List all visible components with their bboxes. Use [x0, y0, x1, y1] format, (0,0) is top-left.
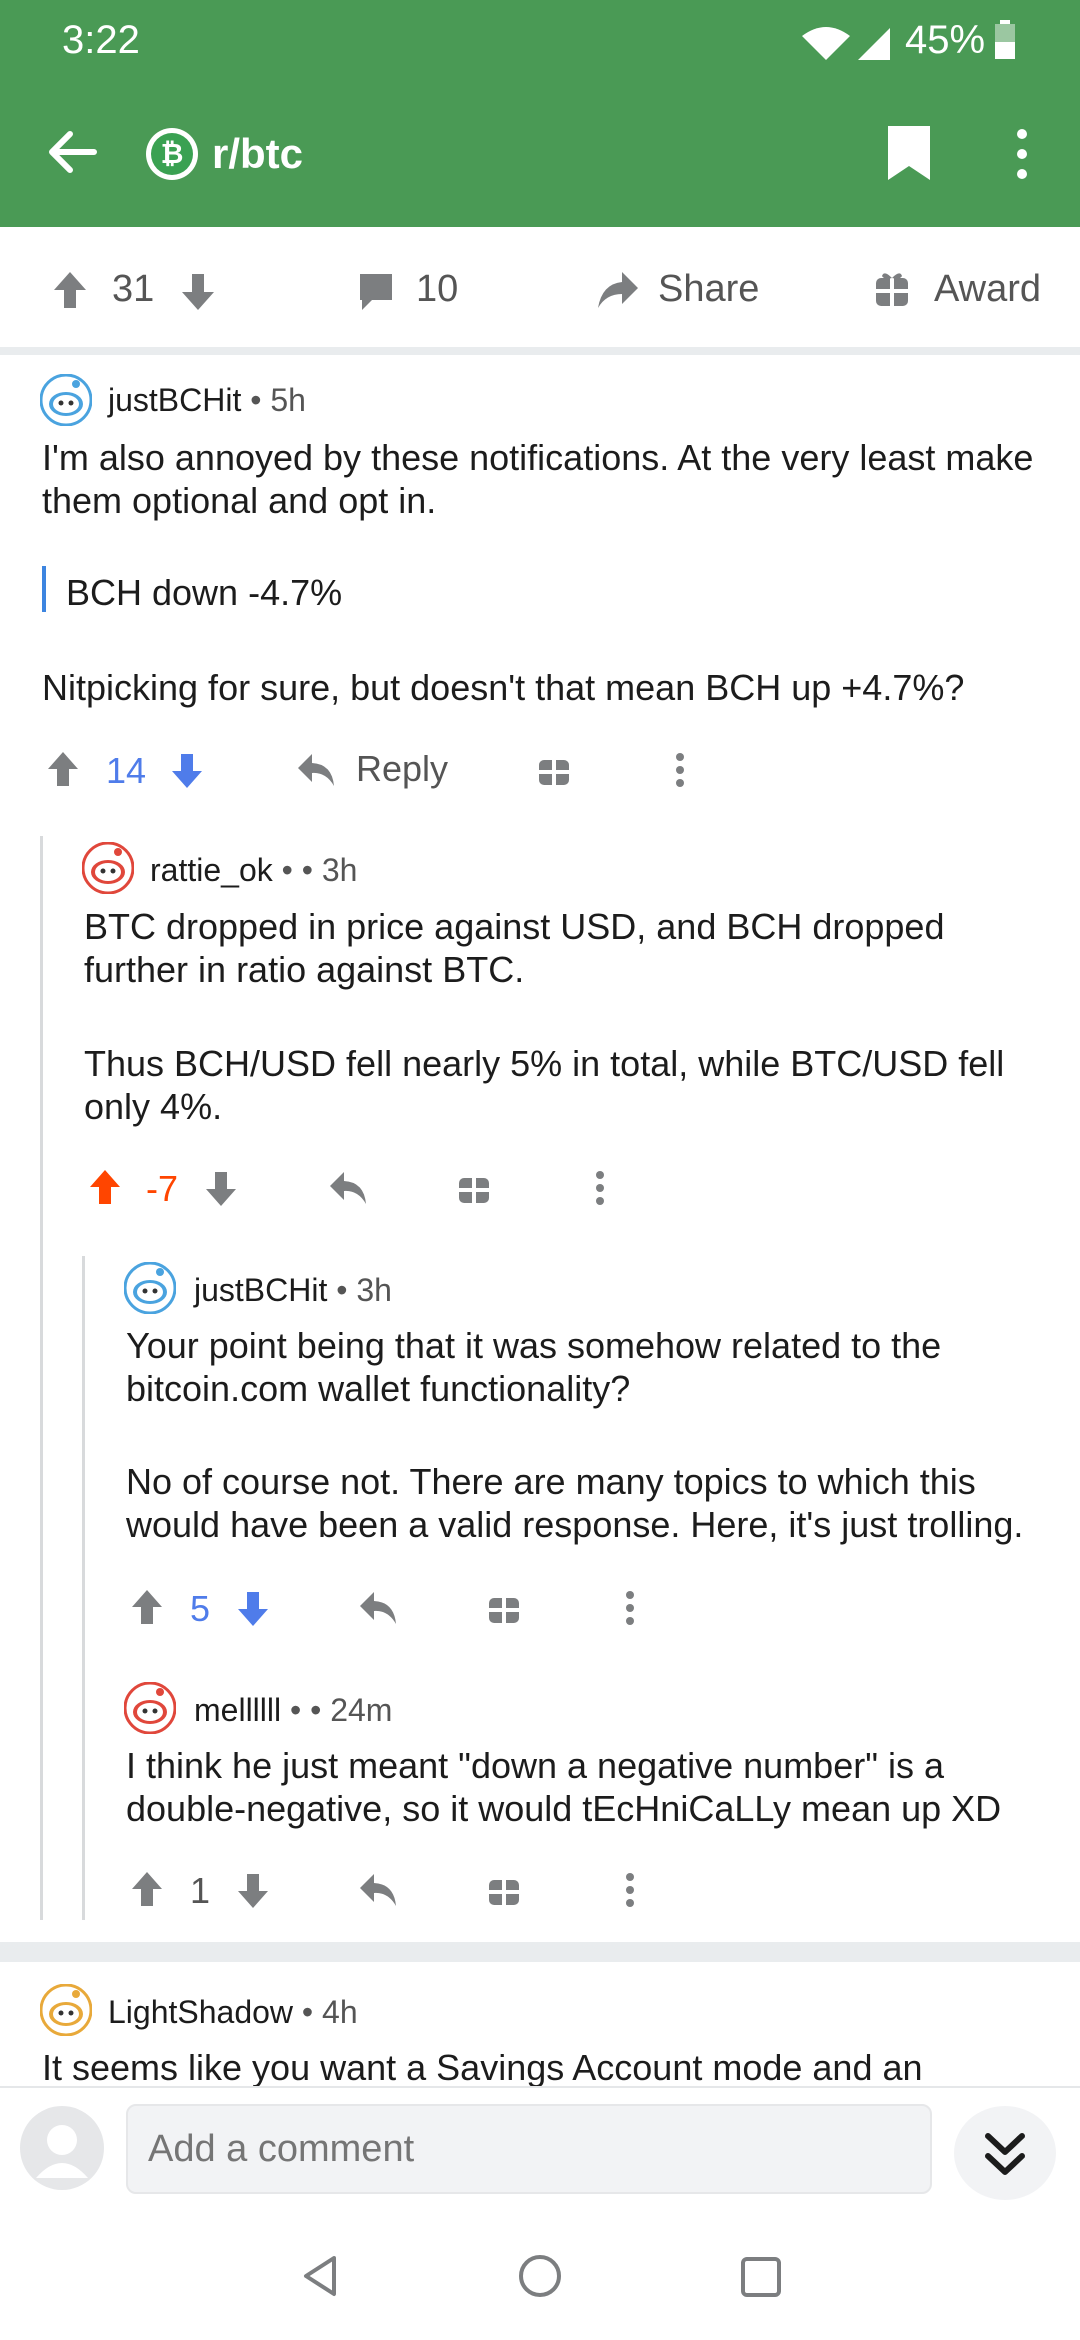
comment-time: 24m [330, 1692, 393, 1728]
downvote-icon[interactable] [180, 272, 216, 312]
avatar[interactable] [124, 1262, 176, 1314]
downvote-icon[interactable] [204, 1170, 238, 1208]
user-avatar[interactable] [20, 2106, 104, 2190]
comment-body: It seems like you want a Savings Account… [42, 2047, 923, 2088]
reply-icon[interactable] [358, 1590, 398, 1626]
nav-recents-icon[interactable] [740, 2256, 782, 2298]
upvote-icon[interactable] [46, 750, 80, 788]
more-options-icon[interactable] [624, 1590, 636, 1626]
reply-icon[interactable] [358, 1872, 398, 1908]
award-icon[interactable] [538, 754, 570, 786]
expand-icon[interactable] [954, 2106, 1056, 2200]
comment-input[interactable] [126, 2104, 932, 2194]
downvote-icon[interactable] [236, 1590, 270, 1628]
overflow-menu-icon[interactable] [1012, 128, 1032, 182]
post-comment-count[interactable]: 10 [416, 268, 458, 311]
comment-meta: rattie_ok • • 3h [150, 852, 358, 888]
bookmark-icon[interactable] [884, 126, 934, 180]
post-actions-bar [0, 227, 1080, 355]
award-icon[interactable] [458, 1172, 490, 1204]
upvote-icon[interactable] [52, 270, 88, 310]
battery-percent: 45% [905, 18, 986, 62]
downvote-icon[interactable] [170, 752, 204, 790]
comment-score: 5 [190, 1588, 211, 1629]
reply-button[interactable]: Reply [356, 748, 448, 790]
comment-body: Your point being that it was somehow rel… [126, 1325, 942, 1409]
upvote-icon[interactable] [88, 1168, 122, 1206]
comment-body: BTC dropped in price against USD, and BC… [84, 906, 945, 990]
comment-divider [0, 1942, 1080, 1962]
comment-body: No of course not. There are many topics … [126, 1461, 1024, 1545]
username[interactable]: rattie_ok [150, 852, 273, 888]
comment-quote: BCH down -4.7% [66, 572, 343, 613]
upvote-icon[interactable] [130, 1870, 164, 1908]
comment-score: 1 [190, 1870, 211, 1911]
avatar[interactable] [124, 1682, 176, 1734]
award-icon[interactable] [874, 270, 910, 308]
status-time: 3:22 [62, 18, 140, 62]
award-icon[interactable] [488, 1592, 520, 1624]
reply-icon[interactable] [296, 752, 336, 788]
upvote-icon[interactable] [130, 1588, 164, 1626]
bitcoin-icon: ₿ [151, 133, 193, 175]
reply-icon[interactable] [328, 1170, 368, 1206]
username[interactable]: LightShadow [108, 1994, 293, 2030]
username[interactable]: justBCHit [108, 382, 241, 418]
more-options-icon[interactable] [594, 1170, 606, 1206]
comment-meta: mellllll • • 24m [194, 1692, 393, 1728]
comment-time: 5h [270, 382, 306, 418]
quote-bar [42, 566, 46, 612]
more-options-icon[interactable] [674, 752, 686, 788]
username[interactable]: justBCHit [194, 1272, 327, 1308]
back-arrow-icon[interactable] [48, 130, 98, 174]
comment-time: 3h [356, 1272, 392, 1308]
comment-body: Thus BCH/USD fell nearly 5% in total, wh… [84, 1043, 1005, 1127]
comment-time: 3h [321, 852, 358, 888]
comment-meta: LightShadow • 4h [108, 1994, 358, 2030]
battery-icon [995, 20, 1015, 59]
share-button[interactable]: Share [658, 268, 759, 311]
thread-line[interactable] [40, 836, 43, 1920]
comment-meta: justBCHit • 3h [194, 1272, 392, 1308]
avatar[interactable] [40, 1984, 92, 2036]
subreddit-name[interactable]: r/btc [212, 130, 303, 178]
comment-body: Nitpicking for sure, but doesn't that me… [42, 667, 965, 708]
share-icon[interactable] [596, 270, 640, 310]
comment-score: 14 [106, 750, 147, 791]
avatar[interactable] [82, 842, 134, 894]
award-button[interactable]: Award [934, 268, 1041, 311]
comment-meta: justBCHit • 5h [108, 382, 306, 418]
thread-line[interactable] [82, 1256, 85, 1920]
avatar[interactable] [40, 374, 92, 426]
comment-body: I'm also annoyed by these notifications.… [42, 437, 1034, 521]
comment-body: I think he just meant "down a negative n… [126, 1745, 1002, 1829]
downvote-icon[interactable] [236, 1872, 270, 1910]
username[interactable]: mellllll [194, 1692, 281, 1728]
award-icon[interactable] [488, 1874, 520, 1906]
comment-time: 4h [322, 1994, 358, 2030]
more-options-icon[interactable] [624, 1872, 636, 1908]
signal-icons [802, 27, 890, 60]
post-vote-count: 31 [112, 268, 155, 310]
comment-icon[interactable] [356, 272, 396, 312]
comment-score: -7 [146, 1168, 179, 1209]
nav-back-icon[interactable] [300, 2254, 340, 2298]
nav-home-icon[interactable] [518, 2254, 562, 2298]
